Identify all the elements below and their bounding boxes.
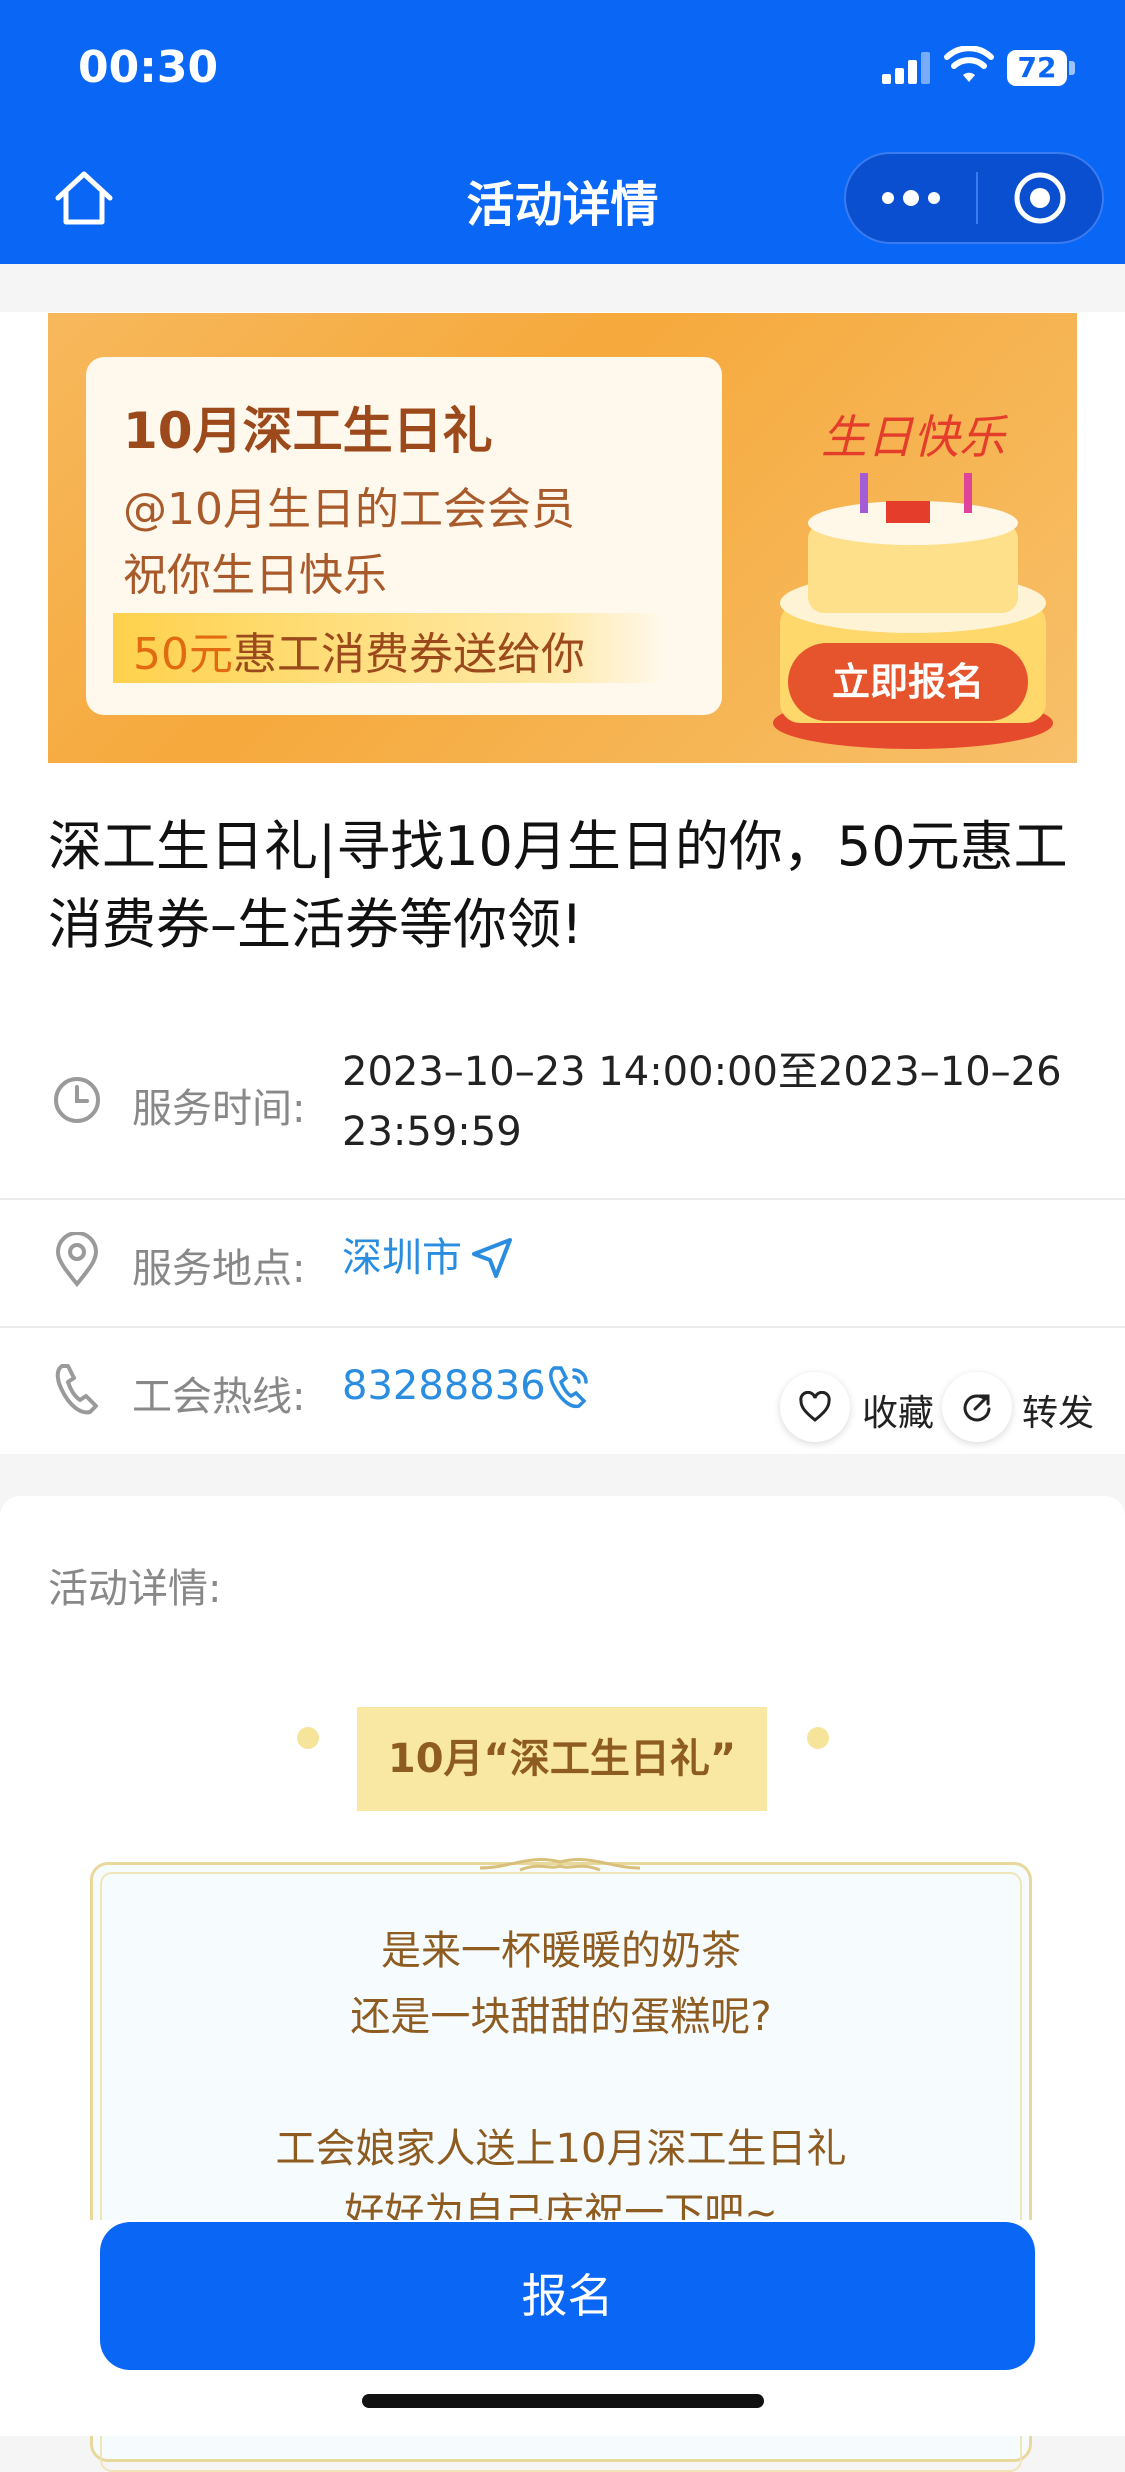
close-target-icon[interactable] (1012, 170, 1068, 226)
location-icon (55, 1232, 99, 1288)
banner-line-4-rest: 惠工消费券送给你 (233, 629, 585, 680)
event-title: 深工生日礼|寻找10月生日的你，50元惠工消费券–生活券等你领! (48, 815, 1068, 956)
clock-icon (54, 1077, 100, 1123)
time-value: 2023–10–23 14:00:00至2023–10–26 23:59:59 (342, 1049, 1062, 1155)
hotline-label: 工会热线: (132, 1374, 306, 1420)
home-indicator (362, 2394, 764, 2408)
time-label: 服务时间: (132, 1086, 306, 1132)
details-text-1: 是来一杯暖暖的奶茶 (381, 1928, 741, 1974)
banner-line-4: 50元惠工消费券送给你 (133, 618, 585, 682)
decor-dot-right (807, 1727, 829, 1749)
hotline-value[interactable]: 83288836 (342, 1356, 546, 1416)
event-banner[interactable]: 10月深工生日礼 @10月生日的工会会员 祝你生日快乐 50元惠工消费券送给你 … (48, 313, 1077, 763)
wifi-icon (944, 46, 994, 82)
status-time: 00:30 (78, 42, 219, 93)
banner-line-2: @10月生日的工会会员 (123, 484, 575, 535)
banner-line-3: 祝你生日快乐 (123, 550, 387, 601)
place-value[interactable]: 深圳市 (342, 1228, 462, 1288)
navigate-icon[interactable] (470, 1236, 514, 1280)
signup-button[interactable]: 报名 (100, 2222, 1035, 2370)
banner-signup-button[interactable]: 立即报名 (788, 643, 1028, 721)
cake-greeting: 生日快乐 (821, 410, 1009, 464)
banner-amount: 50元 (133, 629, 233, 680)
heart-icon (799, 1391, 831, 1422)
decor-dot-left (297, 1727, 319, 1749)
capsule-divider (976, 172, 978, 224)
details-text-3: 工会娘家人送上10月深工生日礼 (275, 2126, 847, 2172)
details-label: 活动详情: (48, 1566, 222, 1612)
phone-icon (55, 1364, 98, 1415)
place-label: 服务地点: (132, 1246, 306, 1292)
details-ribbon: 10月“深工生日礼” (357, 1707, 767, 1811)
call-icon[interactable] (546, 1364, 592, 1410)
share-label[interactable]: 转发 (1022, 1384, 1094, 1436)
signal-icon (882, 52, 934, 84)
details-text-2: 还是一块甜甜的蛋糕呢? (350, 1994, 772, 2040)
banner-title: 10月深工生日礼 (123, 402, 493, 460)
divider (0, 1326, 1125, 1328)
favorite-label[interactable]: 收藏 (862, 1384, 934, 1436)
frame-ornament (480, 1858, 640, 1872)
share-icon (963, 1394, 991, 1422)
divider (0, 1198, 1125, 1200)
more-icon[interactable] (878, 184, 944, 212)
battery-icon: 72 (1007, 50, 1067, 86)
battery-tip (1069, 61, 1075, 75)
